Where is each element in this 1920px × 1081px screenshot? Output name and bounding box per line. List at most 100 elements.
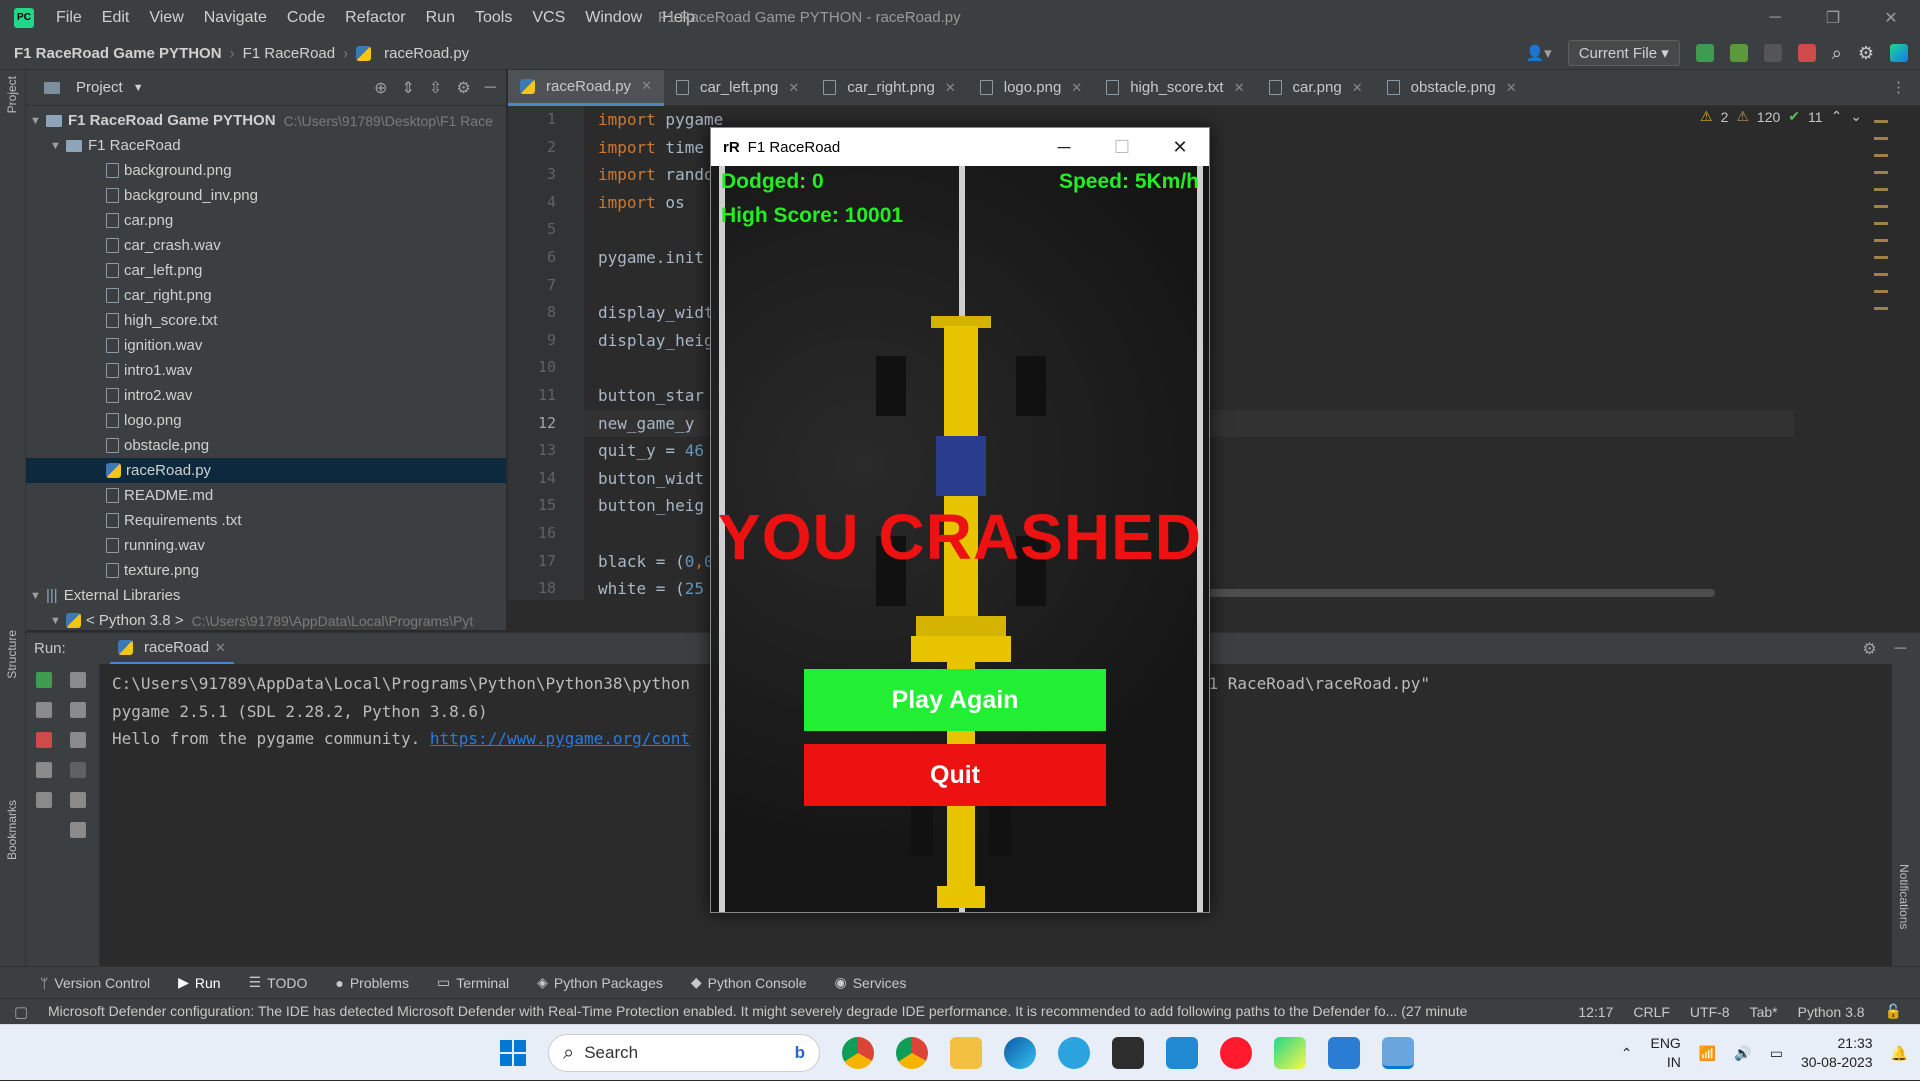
- tree-root[interactable]: ▼ F1 RaceRoad Game PYTHON C:\Users\91789…: [26, 108, 506, 133]
- tree-file[interactable]: running.wav: [26, 533, 506, 558]
- arrow-down-icon[interactable]: [70, 702, 86, 718]
- pin-icon[interactable]: [36, 792, 52, 808]
- user-icon[interactable]: 👤▾: [1525, 44, 1551, 62]
- toggle-tool-windows-icon[interactable]: ▢: [14, 1003, 28, 1021]
- search-icon[interactable]: ⌕: [1832, 43, 1842, 64]
- menu-file[interactable]: File: [56, 9, 82, 27]
- hide-icon[interactable]: ─: [1895, 640, 1906, 658]
- pycharm-logo-icon[interactable]: PC: [14, 8, 34, 28]
- wifi-icon[interactable]: 📶: [1699, 1045, 1716, 1062]
- tree-file[interactable]: car.png: [26, 208, 506, 233]
- chevron-down-icon[interactable]: ▼: [50, 615, 66, 627]
- tree-file[interactable]: logo.png: [26, 408, 506, 433]
- run-config-select[interactable]: Current File ▾: [1567, 40, 1680, 66]
- wrench-icon[interactable]: [36, 702, 52, 718]
- tab-car[interactable]: car.png ✕: [1257, 70, 1375, 106]
- tree-file[interactable]: background_inv.png: [26, 183, 506, 208]
- close-icon[interactable]: ✕: [215, 640, 226, 656]
- error-stripe[interactable]: [1874, 120, 1894, 590]
- play-again-button[interactable]: Play Again: [804, 669, 1106, 731]
- chevron-down-icon[interactable]: ▼: [50, 140, 66, 152]
- inspection-widget[interactable]: ⚠ 2 ⚠ 120 ✔ 11 ⌃ ⌄: [1700, 108, 1862, 125]
- menu-run[interactable]: Run: [426, 9, 455, 27]
- windows-start-icon[interactable]: [500, 1040, 526, 1066]
- menu-refactor[interactable]: Refactor: [345, 9, 405, 27]
- close-icon[interactable]: ✕: [1506, 80, 1517, 96]
- coverage-icon[interactable]: [1763, 44, 1782, 62]
- tool-tab-problems[interactable]: ● Problems: [335, 975, 409, 991]
- opera-icon[interactable]: [1220, 1037, 1252, 1069]
- line-separator[interactable]: CRLF: [1633, 1004, 1670, 1020]
- maximize-icon[interactable]: ☐: [1093, 128, 1151, 166]
- jetbrains-icon[interactable]: [1890, 44, 1908, 62]
- stripe-mark[interactable]: [1874, 188, 1888, 191]
- tree-file[interactable]: background.png: [26, 158, 506, 183]
- tree-external-libraries[interactable]: ▼ ||| External Libraries: [26, 583, 506, 608]
- stripe-mark[interactable]: [1874, 154, 1888, 157]
- stripe-mark[interactable]: [1874, 222, 1888, 225]
- tree-python-sdk[interactable]: ▼ < Python 3.8 > C:\Users\91789\AppData\…: [26, 608, 506, 633]
- arrow-up-icon[interactable]: [70, 672, 86, 688]
- debug-icon[interactable]: [1729, 44, 1748, 62]
- pygame-window-icon[interactable]: [1382, 1037, 1414, 1069]
- close-icon[interactable]: ✕: [1151, 128, 1209, 166]
- indent-setting[interactable]: Tab*: [1750, 1004, 1778, 1020]
- vscode-icon[interactable]: [1166, 1037, 1198, 1069]
- menu-tools[interactable]: Tools: [475, 9, 512, 27]
- tree-folder[interactable]: ▼ F1 RaceRoad: [26, 133, 506, 158]
- soft-wrap-icon[interactable]: [70, 732, 86, 748]
- quit-button[interactable]: Quit: [804, 744, 1106, 806]
- close-icon[interactable]: ✕: [1862, 8, 1920, 28]
- pycharm-icon[interactable]: [1274, 1037, 1306, 1069]
- chevron-down-icon[interactable]: ▼: [133, 82, 144, 94]
- stripe-mark[interactable]: [1874, 307, 1888, 310]
- tool-tab-run[interactable]: ▶ Run: [178, 974, 220, 991]
- tab-logo[interactable]: logo.png ✕: [968, 70, 1094, 106]
- close-icon[interactable]: ✕: [1071, 80, 1082, 96]
- file-encoding[interactable]: UTF-8: [1690, 1004, 1730, 1020]
- edge-icon[interactable]: [1004, 1037, 1036, 1069]
- chevron-up-icon[interactable]: ⌃: [1831, 108, 1843, 125]
- notifications-tool-tab[interactable]: Notifications: [1897, 864, 1911, 929]
- tree-file[interactable]: obstacle.png: [26, 433, 506, 458]
- tab-high-score[interactable]: high_score.txt ✕: [1094, 70, 1256, 106]
- volume-icon[interactable]: 🔊: [1734, 1045, 1751, 1062]
- project-panel-title[interactable]: Project: [76, 79, 123, 96]
- bookmarks-tool-tab[interactable]: Bookmarks: [5, 800, 19, 860]
- menu-navigate[interactable]: Navigate: [204, 9, 267, 27]
- rerun-icon[interactable]: [1695, 44, 1714, 62]
- stop-icon[interactable]: [1797, 44, 1816, 62]
- stripe-mark[interactable]: [1874, 120, 1888, 123]
- gear-icon[interactable]: ⚙: [1858, 43, 1874, 64]
- stripe-mark[interactable]: [1874, 290, 1888, 293]
- chevron-down-icon[interactable]: ⌄: [1850, 108, 1862, 125]
- tree-file[interactable]: car_left.png: [26, 258, 506, 283]
- tool-tab-python-packages[interactable]: ◈ Python Packages: [537, 974, 663, 991]
- menu-vcs[interactable]: VCS: [532, 9, 565, 27]
- stop-icon[interactable]: [36, 732, 52, 748]
- taskbar-search[interactable]: ⌕ Search b: [548, 1034, 820, 1072]
- battery-icon[interactable]: ▭: [1770, 1045, 1783, 1062]
- tool-tab-todo[interactable]: ☰ TODO: [249, 974, 308, 991]
- print-icon[interactable]: [70, 792, 86, 808]
- structure-tool-tab[interactable]: Structure: [5, 630, 19, 679]
- tree-file[interactable]: Requirements .txt: [26, 508, 506, 533]
- hide-icon[interactable]: ─: [485, 79, 496, 97]
- tool-tab-terminal[interactable]: ▭ Terminal: [437, 974, 509, 991]
- tab-obstacle[interactable]: obstacle.png ✕: [1375, 70, 1529, 106]
- status-message[interactable]: Microsoft Defender configuration: The ID…: [48, 1003, 1573, 1019]
- gear-icon[interactable]: ⚙: [456, 78, 470, 98]
- scroll-to-end-icon[interactable]: [70, 762, 86, 778]
- close-icon[interactable]: ✕: [788, 80, 799, 96]
- clock[interactable]: 21:33 30-08-2023: [1801, 1034, 1873, 1072]
- chevron-down-icon[interactable]: ▼: [30, 115, 46, 127]
- close-icon[interactable]: ✕: [1352, 80, 1363, 96]
- rerun-icon[interactable]: [36, 672, 52, 688]
- file-explorer-icon[interactable]: [950, 1037, 982, 1069]
- close-icon[interactable]: ✕: [1234, 80, 1245, 96]
- language-indicator[interactable]: ENG IN: [1650, 1034, 1680, 1072]
- breadcrumb-project[interactable]: F1 RaceRoad Game PYTHON: [14, 45, 222, 62]
- tree-file-selected[interactable]: raceRoad.py: [26, 458, 506, 483]
- game-canvas[interactable]: Dodged: 0 Speed: 5Km/h High Score: 10001…: [711, 166, 1209, 912]
- tab-raceroad-py[interactable]: raceRoad.py ✕: [508, 69, 664, 106]
